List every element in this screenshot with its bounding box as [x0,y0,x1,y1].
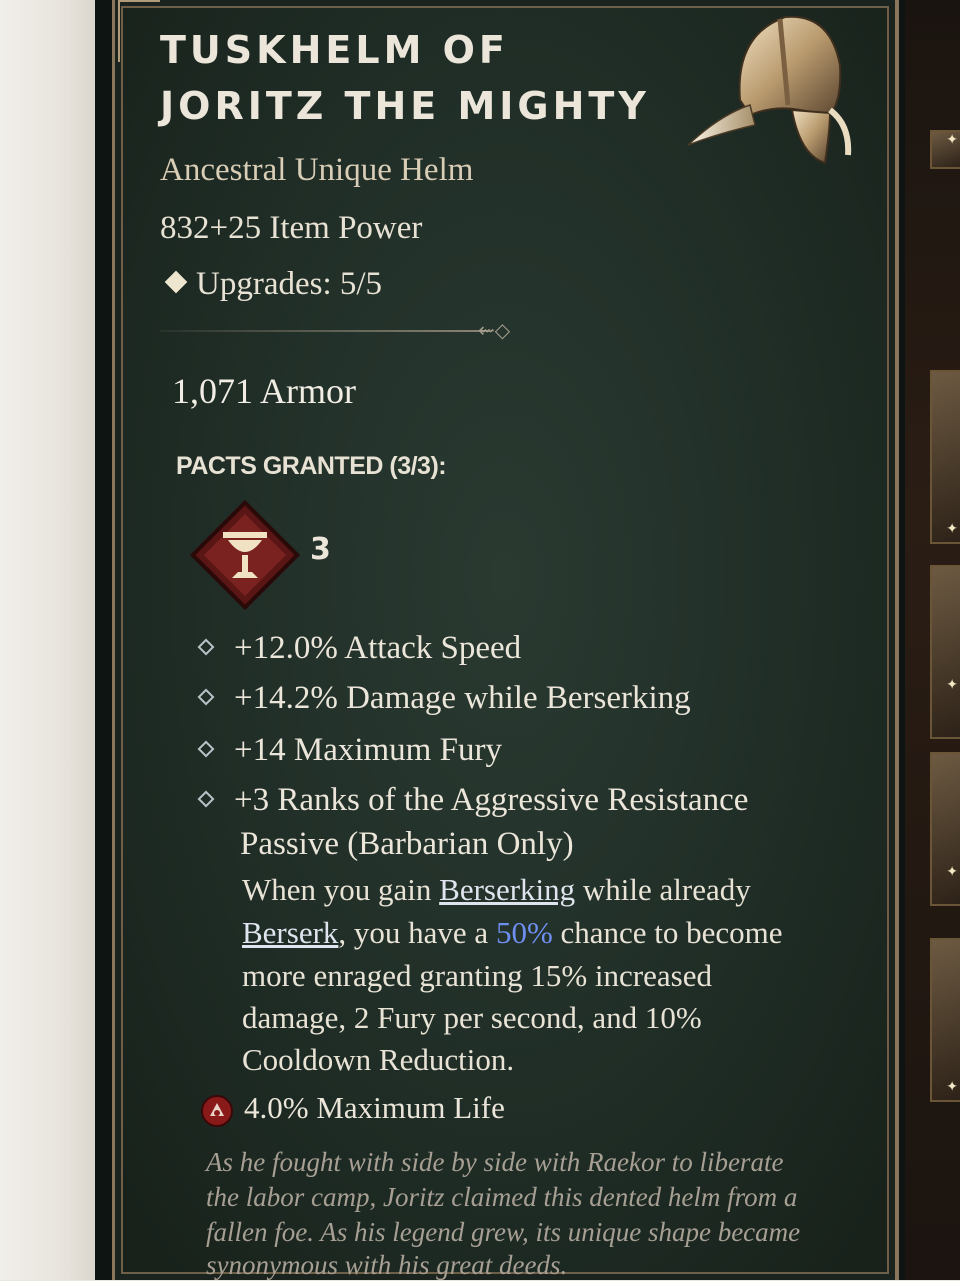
inventory-slot[interactable]: ✦ [930,938,960,1102]
affix-line: +14.2% Damage while Berserking [197,680,691,717]
flavor-text-line: fallen foe. As his legend grew, its uniq… [206,1217,801,1247]
life-gem-icon [201,1094,233,1127]
effect-text: chance to become [552,915,783,950]
unique-effect-line: more enraged granting 15% increased [242,958,712,993]
affix-line: +12.0% Attack Speed [197,630,522,667]
keyword-berserk[interactable]: Berserk [242,915,338,950]
item-name: TUSKHELM OF JORITZ THE MIGHTY [160,22,680,134]
armor-value: 1,071 Armor [172,371,356,411]
affix-text: +14 Maximum Fury [234,732,502,768]
flavor-text-line: As he fought with side by side with Raek… [206,1147,784,1177]
unique-effect-line: Cooldown Reduction. [242,1042,515,1077]
inventory-slot[interactable]: ✦ [930,130,960,169]
affix-text: +12.0% Attack Speed [234,630,522,666]
divider-ornament-icon: ⇜◇ [478,318,511,342]
frame-corner [118,0,160,62]
inventory-slot[interactable]: ✦ [930,565,960,739]
affix-line: +3 Ranks of the Aggressive Resistance [197,782,749,819]
diamond-bullet-icon [197,688,215,706]
diamond-bullet-icon [197,638,215,656]
chalice-pact-icon [190,500,300,610]
upgrades-row: Upgrades: 5/5 [160,266,382,303]
inventory-slot[interactable]: ✦ [930,752,960,906]
pacts-heading: PACTS GRANTED (3/3): [176,452,447,480]
affix-continuation: Passive (Barbarian Only) [240,826,574,862]
inventory-slot[interactable]: ✦ [930,370,960,544]
affix-text: +3 Ranks of the Aggressive Resistance [234,782,749,818]
socket-stat-text: 4.0% Maximum Life [244,1090,505,1125]
diamond-bullet-icon [197,740,215,758]
diamond-bullet-icon [197,790,215,808]
horned-helm-icon [687,15,852,165]
divider [160,330,490,332]
unique-effect-line: When you gain Berserking while already [242,872,751,908]
effect-text: while already [575,872,751,907]
diamond-icon [164,270,188,294]
item-name-line: TUSKHELM OF [160,28,509,72]
keyword-berserking[interactable]: Berserking [439,872,575,907]
unique-effect-line: Berserk, you have a 50% chance to become [242,915,783,951]
socket-stat: 4.0% Maximum Life [200,1090,505,1128]
flavor-text-line: synonymous with his great deeds. [206,1250,568,1280]
unique-effect-line: damage, 2 Fury per second, and 10% [242,1000,702,1035]
affix-line: +14 Maximum Fury [197,732,502,769]
item-type: Ancestral Unique Helm [160,152,474,188]
affix-text: +14.2% Damage while Berserking [234,680,691,716]
effect-chance-value: 50% [495,915,553,950]
effect-text: When you gain [242,872,440,907]
item-power: 832+25 Item Power [160,210,423,246]
pact-count: 3 [310,532,331,567]
item-name-line: JORITZ THE MIGHTY [160,84,650,128]
effect-text: , you have a [338,915,496,950]
flavor-text-line: the labor camp, Joritz claimed this dent… [206,1182,798,1212]
upgrades-text: Upgrades: 5/5 [196,266,383,302]
